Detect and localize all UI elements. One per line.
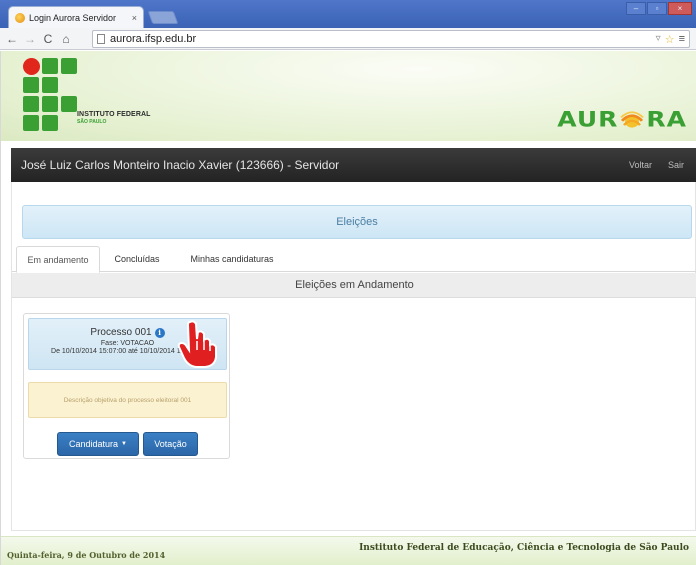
elections-banner: Eleições: [22, 205, 692, 239]
user-name: José Luiz Carlos Monteiro Inacio Xavier …: [21, 158, 340, 172]
browser-tab-title: Login Aurora Servidor: [29, 12, 117, 23]
bookmark-star-icon[interactable]: ☆: [665, 33, 675, 46]
new-tab-button[interactable]: [147, 11, 179, 24]
tab-em-andamento[interactable]: Em andamento: [16, 246, 100, 273]
footer-institution: Instituto Federal de Educação, Ciência e…: [359, 543, 689, 553]
candidatura-button-label: Candidatura: [69, 439, 119, 449]
section-title: Eleições em Andamento: [12, 273, 696, 298]
url-text[interactable]: aurora.ifsp.edu.br: [110, 33, 656, 45]
aurora-logo: AUR RA: [557, 107, 687, 132]
browser-menu-icon[interactable]: ≡: [679, 33, 685, 46]
info-icon[interactable]: i: [154, 327, 165, 338]
caret-down-icon: ▼: [121, 441, 127, 447]
site-header: INSTITUTO FEDERAL SÃO PAULO AUR RA: [1, 51, 696, 141]
institute-campus: SÃO PAULO: [77, 119, 107, 125]
tab-concluidas[interactable]: Concluídas: [104, 246, 170, 272]
address-bar[interactable]: aurora.ifsp.edu.br ▿ ☆ ≡: [92, 30, 690, 48]
election-card-title: Processo 001: [90, 327, 152, 338]
hand-pointer-cursor-icon: [177, 320, 217, 368]
institute-name: INSTITUTO FEDERAL: [77, 111, 151, 118]
footer-date: Quinta-feira, 9 de Outubro de 2014: [7, 550, 166, 560]
aurora-sun-icon: [620, 111, 645, 128]
logout-link[interactable]: Sair: [668, 160, 684, 170]
aurora-logo-right: RA: [646, 107, 687, 132]
window-controls: – ▫ ×: [626, 2, 692, 15]
candidatura-dropdown-button[interactable]: Candidatura ▼: [57, 432, 139, 456]
home-icon[interactable]: ⌂: [60, 32, 72, 46]
user-bar: José Luiz Carlos Monteiro Inacio Xavier …: [11, 148, 696, 182]
tab-minhas-candidaturas[interactable]: Minhas candidaturas: [178, 246, 286, 272]
back-link[interactable]: Voltar: [629, 160, 652, 170]
site-footer: Quinta-feira, 9 de Outubro de 2014 Insti…: [1, 536, 696, 565]
minimize-button[interactable]: –: [626, 2, 646, 15]
browser-tab-bar: Login Aurora Servidor × – ▫ ×: [0, 0, 696, 28]
aurora-favicon-icon: [15, 12, 25, 23]
election-description: Descrição objetiva do processo eleitoral…: [28, 382, 227, 418]
maximize-button[interactable]: ▫: [647, 2, 667, 15]
close-window-button[interactable]: ×: [668, 2, 692, 15]
page-content: INSTITUTO FEDERAL SÃO PAULO AUR RA José …: [0, 51, 696, 565]
tab-close-icon[interactable]: ×: [132, 13, 137, 23]
votacao-button[interactable]: Votação: [143, 432, 198, 456]
page-icon: [97, 34, 105, 44]
aurora-logo-left: AUR: [557, 107, 619, 132]
reload-icon[interactable]: C: [42, 32, 54, 46]
election-tabs: Em andamento Concluídas Minhas candidatu…: [12, 246, 696, 273]
browser-toolbar: ← → C ⌂ aurora.ifsp.edu.br ▿ ☆ ≡: [0, 28, 696, 50]
back-arrow-icon[interactable]: ←: [6, 32, 18, 46]
instituto-federal-logo-icon: [23, 58, 83, 131]
forward-arrow-icon[interactable]: →: [24, 32, 36, 46]
translate-icon[interactable]: ▿: [656, 33, 661, 46]
browser-tab[interactable]: Login Aurora Servidor ×: [8, 6, 144, 28]
main-content: Eleições Em andamento Concluídas Minhas …: [11, 182, 696, 531]
